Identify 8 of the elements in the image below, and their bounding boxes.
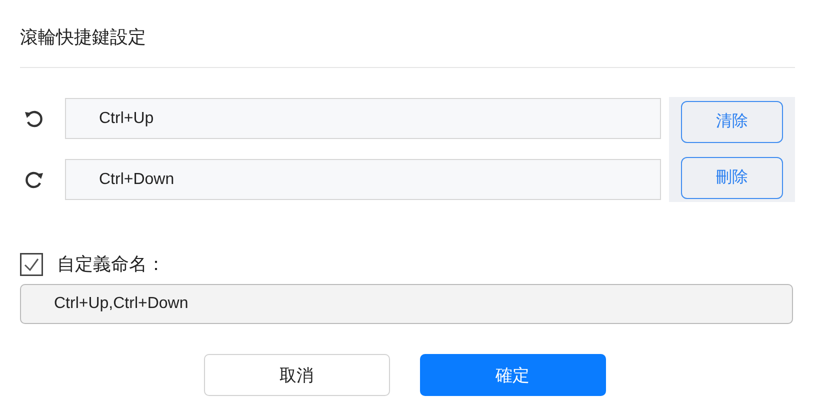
name-field[interactable]: Ctrl+Up,Ctrl+Down — [20, 284, 793, 324]
checkbox[interactable] — [20, 252, 43, 276]
checkbox-label: 自定義命名： — [57, 253, 165, 276]
shortcut-field[interactable]: Ctrl+Down — [65, 159, 661, 200]
confirm-button[interactable]: 確定 — [420, 354, 606, 396]
cancel-button[interactable]: 取消 — [204, 354, 390, 396]
shortcut-field[interactable]: Ctrl+Up — [65, 98, 661, 139]
dialog-title: 滾輪快捷鍵設定 — [20, 26, 146, 49]
